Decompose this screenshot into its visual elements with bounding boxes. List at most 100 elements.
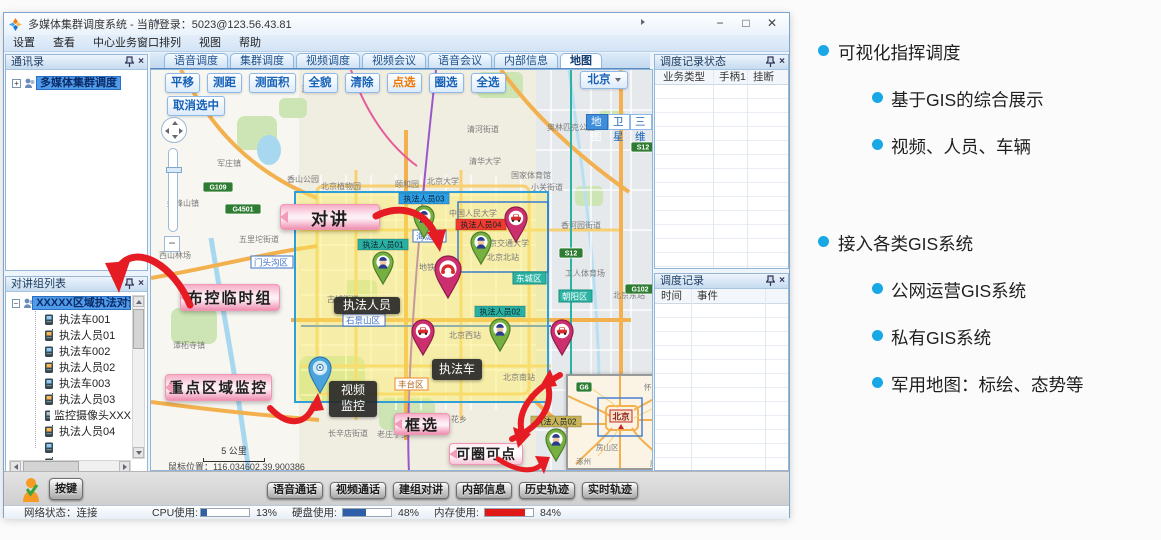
talkgroup-item[interactable]: 执法人员02 — [9, 359, 131, 375]
map-tool-圈选[interactable]: 圈选 — [429, 73, 464, 93]
menu-item-查看[interactable]: 查看 — [44, 35, 84, 51]
restore-button[interactable]: □ — [733, 13, 759, 35]
talkgroup-item[interactable]: 执法人员03 — [9, 391, 131, 407]
close-icon[interactable]: × — [138, 278, 144, 290]
person-icon — [43, 329, 55, 342]
tab-scroll-left-icon[interactable] — [152, 16, 161, 27]
map-tool-点选[interactable]: 点选 — [387, 73, 422, 93]
city-selector[interactable]: 北京 — [580, 71, 628, 89]
tab-语音会议[interactable]: 语音会议 — [428, 53, 492, 68]
历史轨迹-button[interactable]: 历史轨迹 — [519, 482, 575, 499]
map-label: 北京大学 — [427, 176, 459, 186]
menu-item-设置[interactable]: 设置 — [4, 35, 44, 51]
talkgroup-item[interactable] — [9, 439, 131, 455]
district-label: 东城区 — [513, 272, 546, 284]
map-tool-测面积[interactable]: 测面积 — [249, 73, 296, 93]
svg-text:S12: S12 — [637, 145, 650, 152]
tab-视频调度[interactable]: 视频调度 — [296, 53, 360, 68]
map-label: 清河街道 — [467, 124, 499, 134]
overview-inset-map[interactable]: G6北京怀柔房山区涿州廊坊 — [566, 374, 653, 470]
map-tool-全貌[interactable]: 全貌 — [303, 73, 338, 93]
tab-语音调度[interactable]: 语音调度 — [164, 53, 228, 68]
talkgroup-item[interactable]: 执法人员01 — [9, 327, 131, 343]
dispatch-status-grid — [655, 85, 788, 268]
talkgroup-item[interactable]: 执法车001 — [9, 311, 131, 327]
slide-bullet-text: 可视化指挥调度 — [838, 40, 961, 65]
bullet-icon — [872, 283, 883, 294]
menu-item-视图[interactable]: 视图 — [190, 35, 230, 51]
zoom-slider-thumb[interactable] — [166, 167, 182, 173]
memory-label: 内存使用: — [434, 507, 479, 519]
pin-icon[interactable] — [766, 275, 775, 287]
menu-item-帮助[interactable]: 帮助 — [230, 35, 270, 51]
close-button[interactable]: ✕ — [759, 13, 785, 35]
talkgroup-item-label: 执法人员03 — [59, 391, 115, 407]
layer-卫星[interactable]: 卫星 — [608, 114, 630, 130]
map-label: 长辛店街道 — [328, 428, 368, 438]
contacts-root[interactable]: 多媒体集群调度 — [36, 76, 121, 90]
tree-expander-icon[interactable]: − — [12, 299, 20, 308]
内部信息-button[interactable]: 内部信息 — [456, 482, 512, 499]
map-zoom-slider[interactable] — [168, 148, 178, 232]
svg-text:朝阳区: 朝阳区 — [562, 292, 588, 302]
zoom-out-button[interactable]: − — [164, 236, 180, 252]
map-label: 房山区 — [596, 442, 619, 452]
tab-地图[interactable]: 地图 — [560, 53, 602, 68]
person-icon — [43, 361, 55, 374]
app-logo-icon — [9, 18, 22, 31]
close-icon[interactable]: × — [138, 56, 144, 68]
视频通话-button[interactable]: 视频通话 — [330, 482, 386, 499]
tab-视频会议[interactable]: 视频会议 — [362, 53, 426, 68]
talkgroup-item-label: 执法车001 — [59, 311, 110, 327]
road-shield: G4501 — [225, 204, 261, 214]
talkgroup-item[interactable]: 执法人员04 — [9, 423, 131, 439]
vehicle-icon — [43, 313, 55, 326]
map-tool-全选[interactable]: 全选 — [471, 73, 506, 93]
实时轨迹-button[interactable]: 实时轨迹 — [582, 482, 638, 499]
column-header-手柄1: 手柄1 — [719, 70, 746, 85]
talkgroup-item[interactable]: 执法车002 — [9, 343, 131, 359]
map-view[interactable]: 温泉镇军庄镇妙峰山镇西山林场五里坨街道潭柘寺镇香山公园北京植物园颐和园北京大学清… — [150, 69, 653, 471]
map-label: 小关街道 — [531, 182, 563, 192]
pin-icon[interactable] — [125, 278, 134, 290]
tab-scroll-right-icon[interactable] — [638, 16, 647, 27]
minimize-button[interactable]: − — [707, 13, 733, 35]
layer-三维[interactable]: 三维 — [630, 114, 652, 130]
layer-地图[interactable]: 地图 — [586, 114, 608, 130]
cancel-selection-button[interactable]: 取消选中 — [167, 96, 225, 116]
bullet-icon — [818, 236, 829, 247]
dispatch-log-grid — [655, 304, 788, 470]
pin-icon[interactable] — [766, 56, 775, 68]
column-header-挂断: 挂断 — [753, 70, 774, 85]
pin-icon[interactable] — [125, 56, 134, 68]
tab-strip: 语音调度集群调度视频调度视频会议语音会议内部信息地图 — [150, 53, 650, 69]
menu-item-中心业务窗口排列[interactable]: 中心业务窗口排列 — [84, 35, 190, 51]
bottom-toolbar: 按键 语音通话视频通话建组对讲内部信息历史轨迹实时轨迹 — [4, 471, 789, 505]
map-tool-测距[interactable]: 测距 — [207, 73, 242, 93]
语音通话-button[interactable]: 语音通话 — [267, 482, 323, 499]
column-header-业务类型: 业务类型 — [663, 70, 705, 85]
svg-text:东城区: 东城区 — [516, 274, 542, 284]
map-pan-control[interactable] — [161, 117, 187, 143]
vertical-scrollbar[interactable] — [132, 295, 145, 459]
bullet-icon — [872, 92, 883, 103]
close-icon[interactable]: × — [779, 275, 785, 287]
建组对讲-button[interactable]: 建组对讲 — [393, 482, 449, 499]
tab-集群调度[interactable]: 集群调度 — [230, 53, 294, 68]
talkgroup-item-label: 执法人员01 — [59, 327, 115, 343]
close-icon[interactable]: × — [779, 56, 785, 68]
talkgroup-item[interactable]: 执法车003 — [9, 375, 131, 391]
road-shield: G109 — [203, 182, 233, 192]
talkgroup-item[interactable]: 监控摄像头XXX — [9, 407, 131, 423]
district-label: 朝阳区 — [559, 290, 592, 302]
tab-内部信息[interactable]: 内部信息 — [494, 53, 558, 68]
talkgroup-root[interactable]: XXXXX区域执法对讲组 — [32, 296, 131, 310]
map-tool-清除[interactable]: 清除 — [345, 73, 380, 93]
map-label: 潭柘寺镇 — [173, 340, 205, 350]
ptt-button[interactable]: 按键 — [49, 478, 83, 500]
slide-bullet-text: 军用地图：标绘、态势等 — [891, 372, 1084, 397]
tree-expander-icon[interactable]: + — [12, 79, 21, 88]
map-tool-平移[interactable]: 平移 — [165, 73, 200, 93]
svg-text:G4501: G4501 — [232, 207, 253, 214]
map-label: 地铁6号线 — [419, 262, 455, 272]
